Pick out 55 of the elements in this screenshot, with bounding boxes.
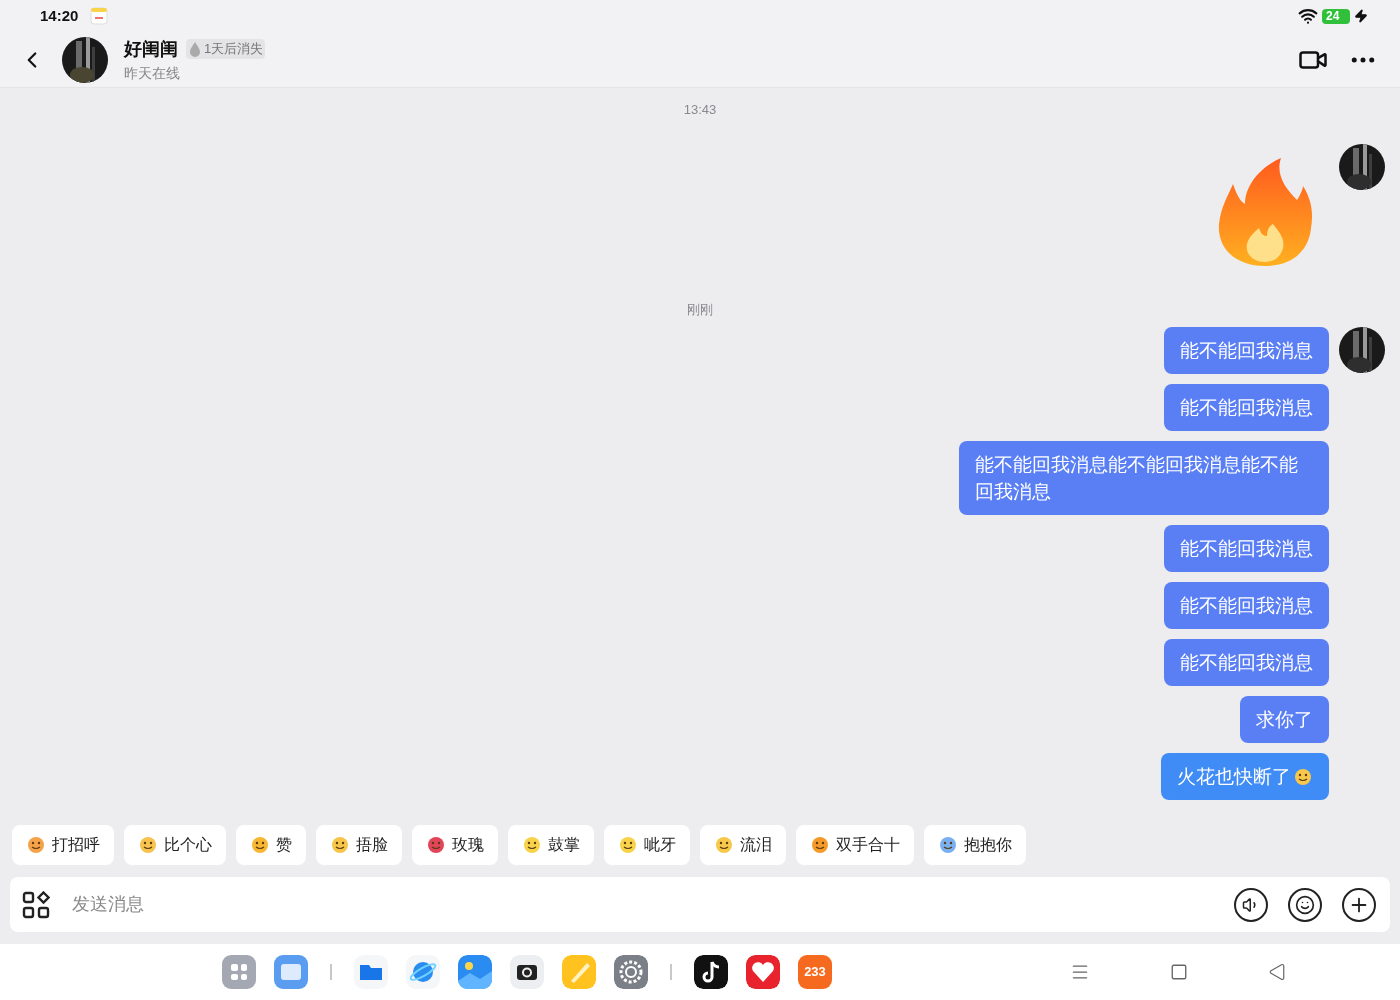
apps-icon[interactable]: [22, 890, 50, 919]
emoji-icon: [330, 835, 350, 855]
emoji-icon: [522, 835, 542, 855]
battery-indicator: 24: [1322, 8, 1350, 24]
heart-app-icon[interactable]: [746, 955, 780, 989]
quick-reply-chip[interactable]: 打招呼: [12, 825, 114, 865]
folder-icon[interactable]: [354, 955, 388, 989]
quick-reply-chip[interactable]: 鼓掌: [508, 825, 594, 865]
wifi-icon: [1298, 6, 1318, 26]
message-input[interactable]: 发送消息: [72, 891, 1234, 918]
emoji-icon: [250, 835, 270, 855]
quick-reply-chip[interactable]: 呲牙: [604, 825, 690, 865]
quick-reply-chip[interactable]: 捂脸: [316, 825, 402, 865]
emoji-icon: [138, 835, 158, 855]
quick-reply-chip[interactable]: 流泪: [700, 825, 786, 865]
water-drop-icon: [188, 41, 202, 57]
message-text: 火花也快断了: [1177, 765, 1291, 789]
browser-app-icon[interactable]: [406, 955, 440, 989]
charging-icon: [1354, 9, 1368, 23]
voice-icon[interactable]: [1234, 887, 1268, 922]
quick-reply-chip[interactable]: 赞: [236, 825, 306, 865]
message-text: 能不能回我消息: [1180, 651, 1313, 675]
status-time: 14:20: [40, 5, 79, 26]
music-note-app-icon[interactable]: [694, 955, 728, 989]
settings-icon[interactable]: [614, 955, 648, 989]
emoji-button[interactable]: [1288, 887, 1322, 922]
smiley-icon[interactable]: [1295, 894, 1315, 915]
message-text: 能不能回我消息: [1180, 594, 1313, 618]
emoji-icon: [714, 835, 734, 855]
emoji-icon: [938, 835, 958, 855]
emoji-icon: [426, 835, 446, 855]
camera-icon[interactable]: [510, 955, 544, 989]
quick-reply-chip[interactable]: 抱抱你: [924, 825, 1026, 865]
emoji-icon: [26, 835, 46, 855]
quick-reply-chip[interactable]: 双手合十: [796, 825, 914, 865]
calendar-notification-icon: [90, 7, 109, 25]
online-status: 昨天在线: [124, 63, 181, 83]
message-text: 能不能回我消息: [1180, 339, 1313, 363]
message-text: 能不能回我消息能不能回我消息能不能回我消息: [975, 453, 1299, 504]
message-input-field[interactable]: 发送消息: [10, 877, 1390, 932]
emoji-icon: [810, 835, 830, 855]
add-button[interactable]: [1342, 887, 1376, 922]
expiry-badge: 1天后消失: [186, 39, 266, 59]
quick-reply-chip[interactable]: 玫瑰: [412, 825, 498, 865]
emoji-icon: [618, 835, 638, 855]
gallery-app-icon[interactable]: [458, 955, 492, 989]
message-text: 能不能回我消息: [1180, 537, 1313, 561]
back-nav-icon[interactable]: [1268, 963, 1286, 981]
timestamp: 13:43: [683, 101, 717, 119]
contact-name: 好闺闺: [124, 37, 178, 61]
message-text: 能不能回我消息: [1180, 396, 1313, 420]
quick-reply-chip[interactable]: 比个心: [124, 825, 226, 865]
timestamp: 刚刚: [687, 300, 713, 319]
home-nav-icon[interactable]: [1170, 963, 1188, 981]
message-text: 求你了: [1256, 708, 1313, 732]
